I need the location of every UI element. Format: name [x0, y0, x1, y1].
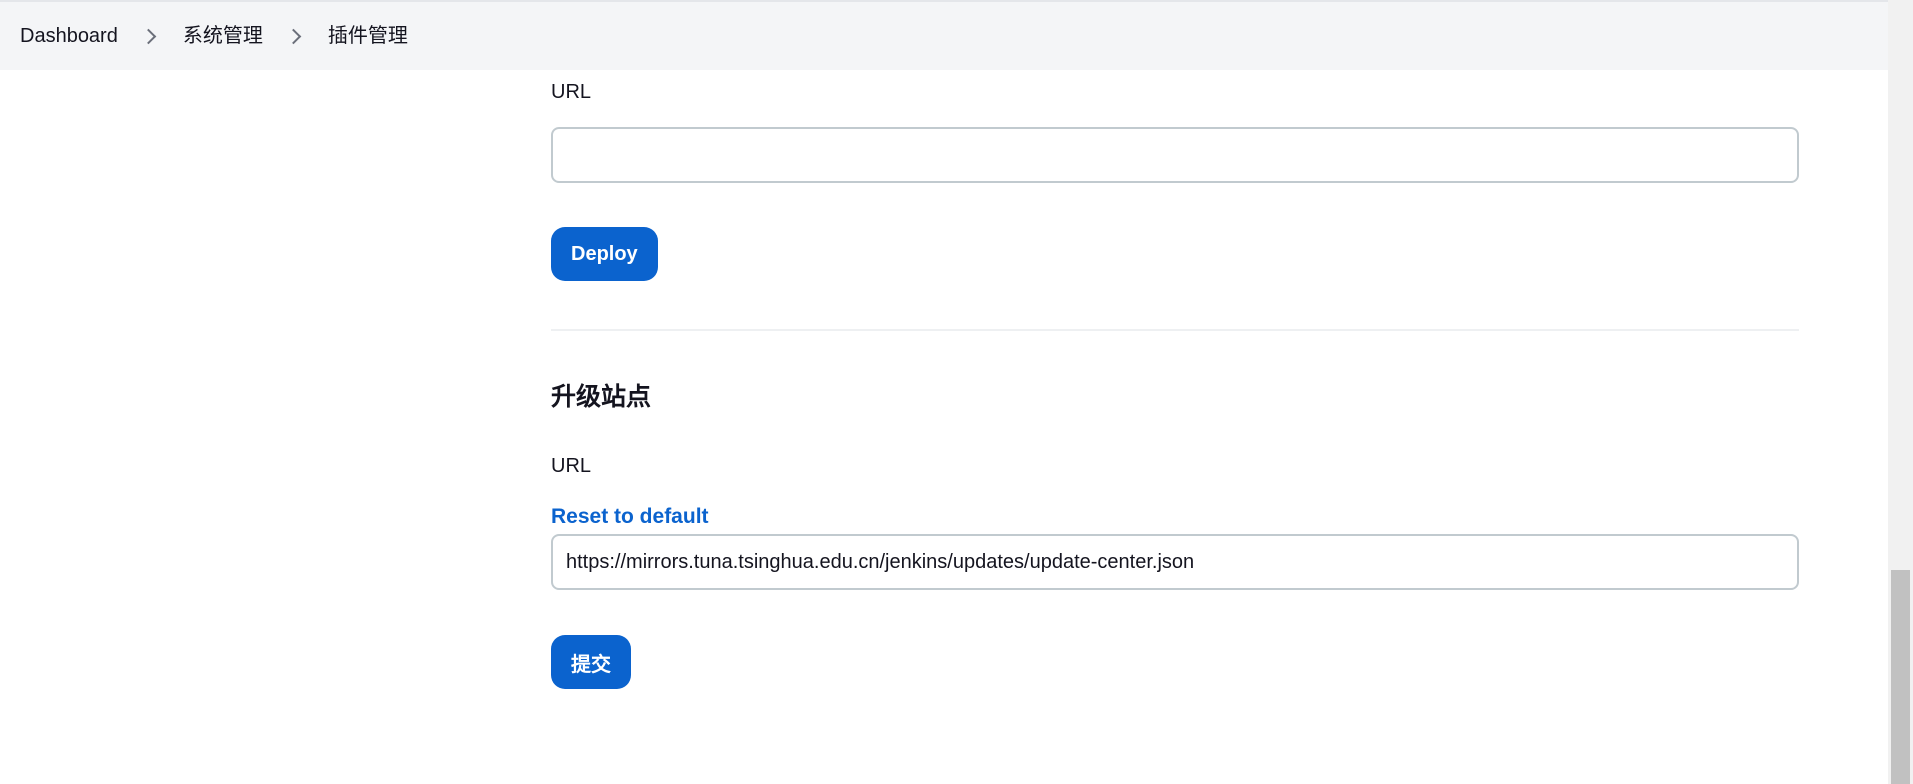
breadcrumb-system-management[interactable]: 系统管理 [183, 26, 263, 46]
deploy-url-input[interactable] [551, 127, 1799, 183]
scrollbar-thumb[interactable] [1891, 570, 1910, 784]
deploy-button[interactable]: Deploy [551, 227, 658, 281]
section-divider [551, 329, 1799, 331]
breadcrumb-dashboard[interactable]: Dashboard [20, 26, 118, 46]
breadcrumb-plugin-management[interactable]: 插件管理 [328, 26, 408, 46]
update-site-title: 升级站点 [551, 383, 652, 411]
update-site-url-label: URL [551, 455, 592, 477]
submit-button[interactable]: 提交 [551, 635, 631, 689]
vertical-scrollbar[interactable] [1888, 0, 1913, 784]
breadcrumb-bar: Dashboard 系统管理 插件管理 [0, 0, 1888, 70]
reset-to-default-link[interactable]: Reset to default [551, 505, 709, 529]
chevron-right-icon [138, 24, 162, 48]
deploy-url-label: URL [551, 81, 592, 103]
chevron-right-icon [283, 24, 307, 48]
update-site-url-input[interactable] [551, 534, 1799, 590]
